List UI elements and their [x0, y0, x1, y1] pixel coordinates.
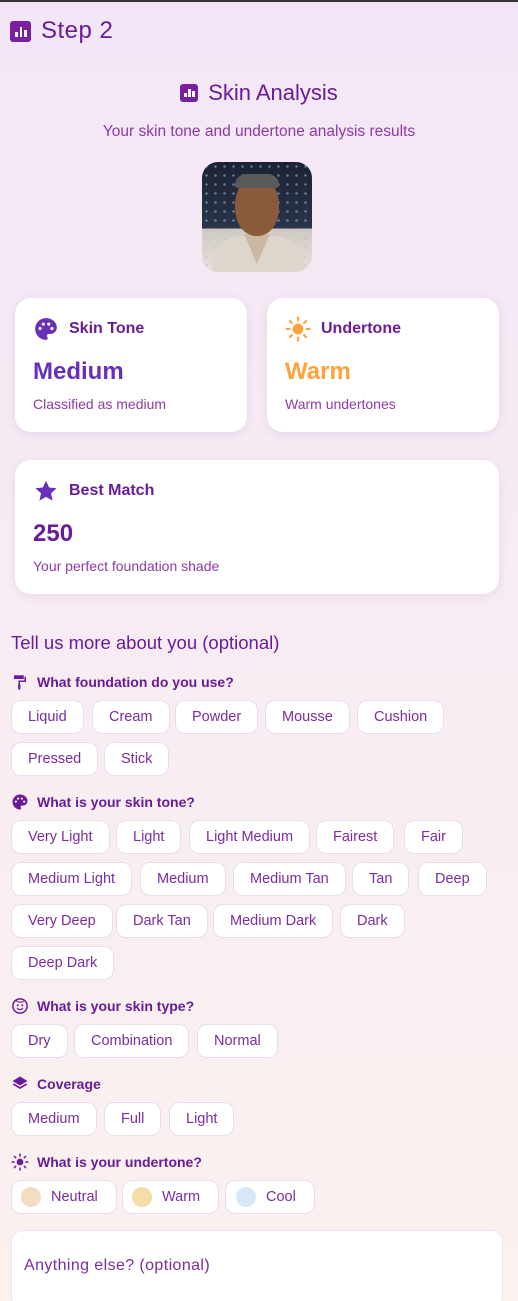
- skin-tone-desc: Classified as medium: [33, 396, 167, 412]
- option-mousse[interactable]: Mousse: [265, 700, 350, 734]
- analysis-title: Skin Analysis: [208, 80, 338, 105]
- option-stick[interactable]: Stick: [104, 742, 170, 776]
- undertone-desc: Warm undertones: [285, 396, 396, 412]
- option-neutral[interactable]: Neutral: [11, 1180, 117, 1214]
- skin-tone-value: Medium: [33, 358, 124, 385]
- skin-tone-question: What is your skin tone?: [11, 793, 195, 811]
- option-neutral-label: Neutral: [51, 1189, 98, 1205]
- skin-tone-label: Skin Tone: [69, 320, 145, 337]
- option-medium-tan[interactable]: Medium Tan: [233, 862, 346, 896]
- best-match-desc: Your perfect foundation shade: [33, 558, 220, 574]
- option-medium-light[interactable]: Medium Light: [11, 862, 133, 896]
- chart-icon: [10, 20, 31, 42]
- option-very-light[interactable]: Very Light: [11, 820, 110, 854]
- analysis-heading: Skin Analysis: [0, 80, 518, 106]
- option-dark[interactable]: Dark: [340, 904, 405, 938]
- more-title: Tell us more about you (optional): [11, 632, 280, 653]
- step-header: Step 2: [10, 17, 113, 45]
- undertone-question: What is your undertone?: [11, 1153, 202, 1171]
- undertone-label: Undertone: [321, 320, 401, 337]
- best-match-card: Best Match 250 Your perfect foundation s…: [15, 460, 499, 594]
- option-warm-label: Warm: [162, 1189, 201, 1205]
- step-title: Step 2: [41, 17, 114, 44]
- color-swatch: [236, 1187, 256, 1207]
- skin-tone-card: Skin Tone Medium Classified as medium: [15, 298, 247, 432]
- option-coverage-light[interactable]: Light: [169, 1102, 235, 1136]
- option-dry[interactable]: Dry: [11, 1024, 68, 1058]
- palette-icon: [33, 316, 59, 342]
- option-dark-tan[interactable]: Dark Tan: [116, 904, 208, 938]
- face-icon: [11, 997, 29, 1015]
- option-powder[interactable]: Powder: [175, 700, 259, 734]
- layers-icon: [11, 1075, 29, 1093]
- option-very-deep[interactable]: Very Deep: [11, 904, 113, 938]
- option-medium-dark[interactable]: Medium Dark: [213, 904, 334, 938]
- palette-icon: [11, 793, 29, 811]
- color-swatch: [21, 1187, 41, 1207]
- sun-icon: [285, 316, 311, 342]
- notes-textarea[interactable]: Anything else? (optional): [11, 1230, 503, 1301]
- option-cushion[interactable]: Cushion: [357, 700, 445, 734]
- color-swatch: [132, 1187, 152, 1207]
- best-match-value: 250: [33, 520, 74, 547]
- option-warm[interactable]: Warm: [122, 1180, 220, 1214]
- option-tan[interactable]: Tan: [352, 862, 410, 896]
- undertone-question-text: What is your undertone?: [37, 1154, 202, 1170]
- user-photo: [202, 162, 312, 272]
- option-medium[interactable]: Medium: [140, 862, 226, 896]
- skin-type-question: What is your skin type?: [11, 997, 194, 1015]
- coverage-question-text: Coverage: [37, 1076, 101, 1092]
- sun-icon: [11, 1153, 29, 1171]
- option-fair[interactable]: Fair: [404, 820, 463, 854]
- chart-icon: [180, 84, 199, 102]
- foundation-question: What foundation do you use?: [11, 673, 234, 691]
- star-icon: [33, 478, 59, 504]
- skin-tone-question-text: What is your skin tone?: [37, 794, 195, 810]
- option-pressed[interactable]: Pressed: [11, 742, 99, 776]
- option-deep-dark[interactable]: Deep Dark: [11, 946, 115, 980]
- option-light-medium[interactable]: Light Medium: [189, 820, 311, 854]
- option-fairest[interactable]: Fairest: [316, 820, 395, 854]
- option-cool[interactable]: Cool: [225, 1180, 315, 1214]
- foundation-question-text: What foundation do you use?: [37, 674, 234, 690]
- option-coverage-medium[interactable]: Medium: [11, 1102, 97, 1136]
- analysis-subtitle: Your skin tone and undertone analysis re…: [102, 123, 416, 140]
- option-cream[interactable]: Cream: [92, 700, 170, 734]
- paint-roller-icon: [11, 673, 29, 691]
- skin-type-question-text: What is your skin type?: [37, 998, 195, 1014]
- option-combination[interactable]: Combination: [74, 1024, 190, 1058]
- option-light[interactable]: Light: [116, 820, 182, 854]
- option-liquid[interactable]: Liquid: [11, 700, 84, 734]
- option-deep[interactable]: Deep: [418, 862, 487, 896]
- best-match-label: Best Match: [69, 482, 155, 499]
- option-cool-label: Cool: [266, 1189, 296, 1205]
- undertone-card: Undertone Warm Warm undertones: [267, 298, 499, 432]
- coverage-question: Coverage: [11, 1075, 101, 1093]
- option-coverage-full[interactable]: Full: [104, 1102, 162, 1136]
- option-normal[interactable]: Normal: [197, 1024, 278, 1058]
- undertone-value: Warm: [285, 358, 351, 385]
- top-border: [0, 0, 518, 2]
